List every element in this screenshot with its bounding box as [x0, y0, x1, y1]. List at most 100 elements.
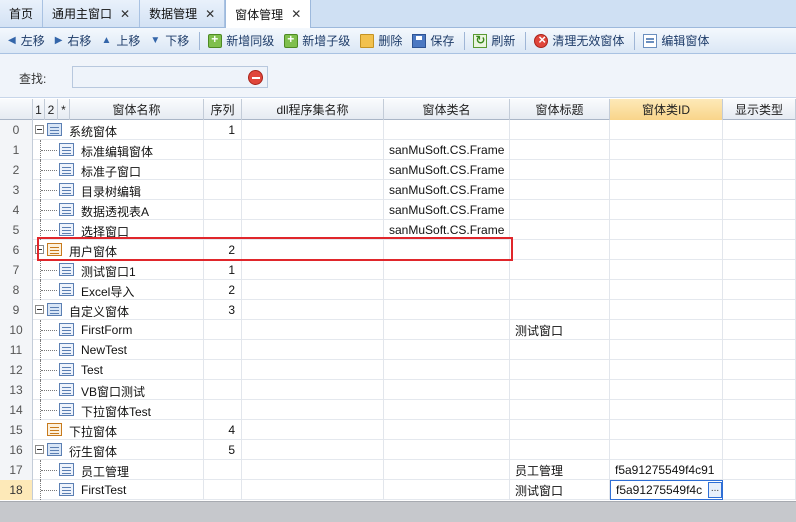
table-row[interactable]: 0 系统窗体 1: [0, 120, 796, 140]
class-name-cell[interactable]: [384, 340, 510, 360]
class-name-cell[interactable]: [384, 280, 510, 300]
seq-cell[interactable]: [204, 480, 242, 500]
display-type-cell[interactable]: [723, 340, 796, 360]
level-1-header[interactable]: 1: [33, 99, 45, 120]
form-name-cell[interactable]: 下拉窗体Test: [33, 400, 204, 420]
class-name-cell[interactable]: sanMuSoft.CS.Frame: [384, 220, 510, 240]
class-id-cell[interactable]: [610, 320, 723, 340]
table-row[interactable]: 14 下拉窗体Test: [0, 400, 796, 420]
add-sibling-button[interactable]: 新增同级: [204, 30, 278, 52]
table-row[interactable]: 8 Excel导入 2: [0, 280, 796, 300]
class-name-cell[interactable]: [384, 260, 510, 280]
dll-cell[interactable]: [242, 300, 384, 320]
collapse-toggle-icon[interactable]: [35, 445, 44, 454]
table-row[interactable]: 7 测试窗口1 1: [0, 260, 796, 280]
dll-cell[interactable]: [242, 420, 384, 440]
form-name-cell[interactable]: Excel导入: [33, 280, 204, 300]
class-id-cell[interactable]: f5a91275549f4c91: [610, 460, 723, 480]
display-type-cell[interactable]: [723, 460, 796, 480]
display-type-cell[interactable]: [723, 280, 796, 300]
add-child-button[interactable]: 新增子级: [280, 30, 354, 52]
dll-cell[interactable]: [242, 380, 384, 400]
table-row[interactable]: 4 数据透视表A sanMuSoft.CS.Frame: [0, 200, 796, 220]
seq-cell[interactable]: [204, 180, 242, 200]
form-name-cell[interactable]: 用户窗体: [33, 240, 204, 260]
seq-cell[interactable]: [204, 360, 242, 380]
tab-main-window[interactable]: 通用主窗口 ✕: [43, 0, 141, 27]
table-row[interactable]: 2 标准子窗口 sanMuSoft.CS.Frame: [0, 160, 796, 180]
dll-cell[interactable]: [242, 220, 384, 240]
title-cell[interactable]: [510, 280, 610, 300]
form-name-cell[interactable]: NewTest: [33, 340, 204, 360]
table-row[interactable]: 9 自定义窗体 3: [0, 300, 796, 320]
collapse-toggle-icon[interactable]: [35, 125, 44, 134]
class-name-cell[interactable]: sanMuSoft.CS.Frame: [384, 160, 510, 180]
display-type-cell[interactable]: [723, 140, 796, 160]
table-row[interactable]: 5 选择窗口 sanMuSoft.CS.Frame: [0, 220, 796, 240]
title-cell[interactable]: [510, 220, 610, 240]
form-name-cell[interactable]: 标准子窗口: [33, 160, 204, 180]
form-name-cell[interactable]: 员工管理: [33, 460, 204, 480]
table-row[interactable]: 6 用户窗体 2: [0, 240, 796, 260]
display-type-cell[interactable]: [723, 440, 796, 460]
dll-cell[interactable]: [242, 320, 384, 340]
dll-cell[interactable]: [242, 200, 384, 220]
class-name-cell[interactable]: [384, 480, 510, 500]
table-row[interactable]: 13 VB窗口测试: [0, 380, 796, 400]
seq-cell[interactable]: 2: [204, 240, 242, 260]
form-name-cell[interactable]: 测试窗口1: [33, 260, 204, 280]
class-id-cell[interactable]: f5a91275549f4c...: [610, 480, 723, 500]
class-name-cell[interactable]: sanMuSoft.CS.Frame: [384, 200, 510, 220]
display-type-cell[interactable]: [723, 360, 796, 380]
class-id-cell[interactable]: [610, 380, 723, 400]
class-id-cell[interactable]: [610, 280, 723, 300]
collapse-toggle-icon[interactable]: [35, 305, 44, 314]
title-cell[interactable]: [510, 160, 610, 180]
seq-cell[interactable]: [204, 320, 242, 340]
display-type-cell[interactable]: [723, 240, 796, 260]
column-header-class-id[interactable]: 窗体类ID: [610, 99, 723, 120]
class-id-cell[interactable]: [610, 220, 723, 240]
dll-cell[interactable]: [242, 340, 384, 360]
class-name-cell[interactable]: [384, 300, 510, 320]
tab-home[interactable]: 首页: [0, 0, 44, 27]
class-id-cell[interactable]: [610, 160, 723, 180]
title-cell[interactable]: [510, 400, 610, 420]
seq-cell[interactable]: [204, 220, 242, 240]
title-cell[interactable]: 员工管理: [510, 460, 610, 480]
display-type-cell[interactable]: [723, 380, 796, 400]
class-id-editor-value[interactable]: f5a91275549f4c: [616, 483, 702, 497]
form-name-cell[interactable]: 自定义窗体: [33, 300, 204, 320]
dll-cell[interactable]: [242, 460, 384, 480]
title-cell[interactable]: [510, 380, 610, 400]
display-type-cell[interactable]: [723, 120, 796, 140]
dll-cell[interactable]: [242, 480, 384, 500]
table-row[interactable]: 1 标准编辑窗体 sanMuSoft.CS.Frame: [0, 140, 796, 160]
seq-cell[interactable]: 3: [204, 300, 242, 320]
dll-cell[interactable]: [242, 140, 384, 160]
class-name-cell[interactable]: [384, 460, 510, 480]
seq-cell[interactable]: [204, 460, 242, 480]
expand-all-header[interactable]: *: [58, 99, 70, 120]
class-name-cell[interactable]: [384, 320, 510, 340]
column-header-seq[interactable]: 序列: [204, 99, 242, 120]
class-id-cell[interactable]: [610, 440, 723, 460]
display-type-cell[interactable]: [723, 300, 796, 320]
dll-cell[interactable]: [242, 120, 384, 140]
delete-button[interactable]: 删除: [356, 30, 406, 52]
seq-cell[interactable]: [204, 140, 242, 160]
form-name-cell[interactable]: FirstTest: [33, 480, 204, 500]
title-cell[interactable]: [510, 360, 610, 380]
display-type-cell[interactable]: [723, 200, 796, 220]
class-name-cell[interactable]: [384, 380, 510, 400]
dll-cell[interactable]: [242, 180, 384, 200]
form-name-cell[interactable]: 目录树编辑: [33, 180, 204, 200]
title-cell[interactable]: [510, 140, 610, 160]
class-id-cell[interactable]: [610, 180, 723, 200]
class-name-cell[interactable]: [384, 120, 510, 140]
table-row[interactable]: 12 Test: [0, 360, 796, 380]
move-down-button[interactable]: ▼ 下移: [146, 30, 193, 52]
column-header-title[interactable]: 窗体标题: [510, 99, 610, 120]
dll-cell[interactable]: [242, 260, 384, 280]
title-cell[interactable]: [510, 200, 610, 220]
